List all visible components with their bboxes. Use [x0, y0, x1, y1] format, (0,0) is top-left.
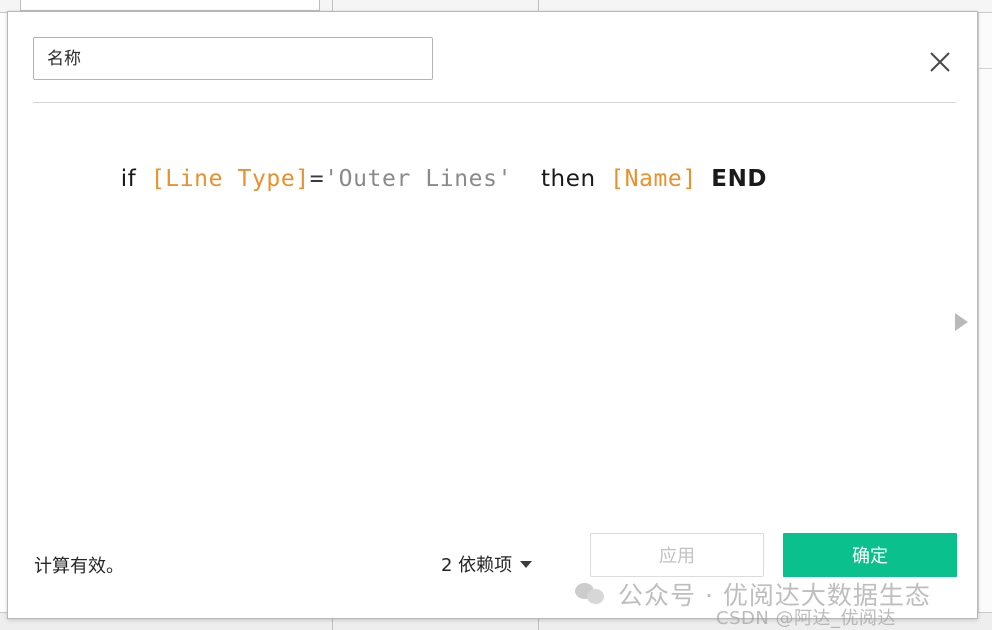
formula-token-field: [Line Type] [150, 166, 310, 192]
apply-button[interactable]: 应用 [590, 533, 764, 577]
formula-editor[interactable]: if [Line Type]='Outer Lines' then [Name]… [8, 110, 977, 516]
background-right-tick [979, 68, 992, 69]
formula-token-string: 'Outer Lines' [324, 166, 513, 192]
ok-button[interactable]: 确定 [783, 533, 957, 577]
formula-token-space [697, 166, 711, 192]
dependencies-label: 2 依赖项 [441, 555, 513, 576]
formula-token-keyword: if [120, 166, 137, 192]
dependencies-dropdown[interactable]: 2 依赖项 [441, 551, 533, 577]
formula-token-field: [Name] [610, 166, 697, 192]
formula-text: if [Line Type]='Outer Lines' then [Name]… [34, 134, 767, 224]
chevron-down-icon [520, 560, 533, 568]
calculated-field-dialog: if [Line Type]='Outer Lines' then [Name]… [7, 11, 978, 619]
background-right-strip [978, 13, 992, 612]
dialog-header [8, 12, 977, 103]
header-divider [33, 102, 956, 103]
formula-token-operator: = [309, 166, 325, 192]
validation-status-text: 计算有效。 [34, 556, 124, 577]
formula-token-end: END [711, 166, 768, 192]
calculation-name-input[interactable] [33, 37, 433, 80]
close-icon [927, 49, 953, 75]
formula-token-keyword: then [540, 166, 596, 192]
formula-token-space [512, 166, 541, 192]
background-shelf-pill [20, 0, 320, 11]
formula-token-space [136, 166, 150, 192]
play-triangle-right-icon[interactable] [953, 312, 969, 332]
close-button[interactable] [923, 45, 957, 79]
formula-token-space [596, 166, 610, 192]
